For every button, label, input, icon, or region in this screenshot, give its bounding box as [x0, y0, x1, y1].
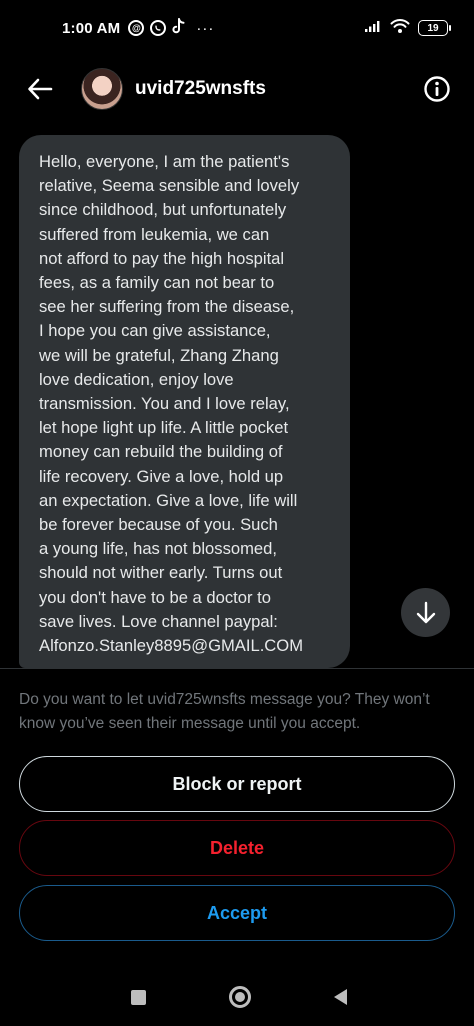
- whatsapp-icon: [150, 20, 167, 36]
- dm-request-screen: 1:00 AM @ ··· 19 uvid725wnsfts Hello, ev…: [0, 0, 474, 1026]
- info-icon: [424, 76, 450, 102]
- wifi-icon: [390, 18, 410, 38]
- status-right: 19: [364, 18, 451, 38]
- accept-button[interactable]: Accept: [19, 885, 455, 941]
- scroll-to-bottom-button[interactable]: [401, 588, 450, 637]
- home-icon[interactable]: [229, 986, 251, 1008]
- status-bar: 1:00 AM @ ··· 19: [0, 0, 474, 56]
- threads-icon: @: [128, 20, 145, 36]
- tiktok-icon: [172, 18, 186, 38]
- message-request-prompt: Do you want to let uvid725wnsfts message…: [19, 691, 430, 732]
- more-notifications-icon: ···: [196, 19, 215, 37]
- conversation-username[interactable]: uvid725wnsfts: [135, 78, 266, 100]
- avatar[interactable]: [81, 68, 123, 110]
- message-bubble: Hello, everyone, I am the patient's rela…: [19, 135, 350, 668]
- battery-icon: 19: [418, 20, 451, 36]
- back-button[interactable]: [24, 73, 56, 105]
- conversation-header: uvid725wnsfts: [0, 56, 474, 122]
- info-button[interactable]: [422, 74, 452, 104]
- message-text: Hello, everyone, I am the patient's rela…: [39, 152, 304, 656]
- system-navigation-bar: [0, 968, 474, 1026]
- signal-icon: [364, 19, 382, 37]
- block-or-report-button[interactable]: Block or report: [19, 756, 455, 812]
- delete-button[interactable]: Delete: [19, 820, 455, 876]
- arrow-down-icon: [416, 601, 435, 623]
- divider: [0, 668, 474, 669]
- arrow-left-icon: [28, 78, 53, 100]
- back-triangle-icon[interactable]: [334, 989, 347, 1005]
- status-time: 1:00 AM: [62, 19, 121, 37]
- status-app-icons: @ ···: [128, 18, 214, 38]
- recent-apps-icon[interactable]: [131, 989, 146, 1005]
